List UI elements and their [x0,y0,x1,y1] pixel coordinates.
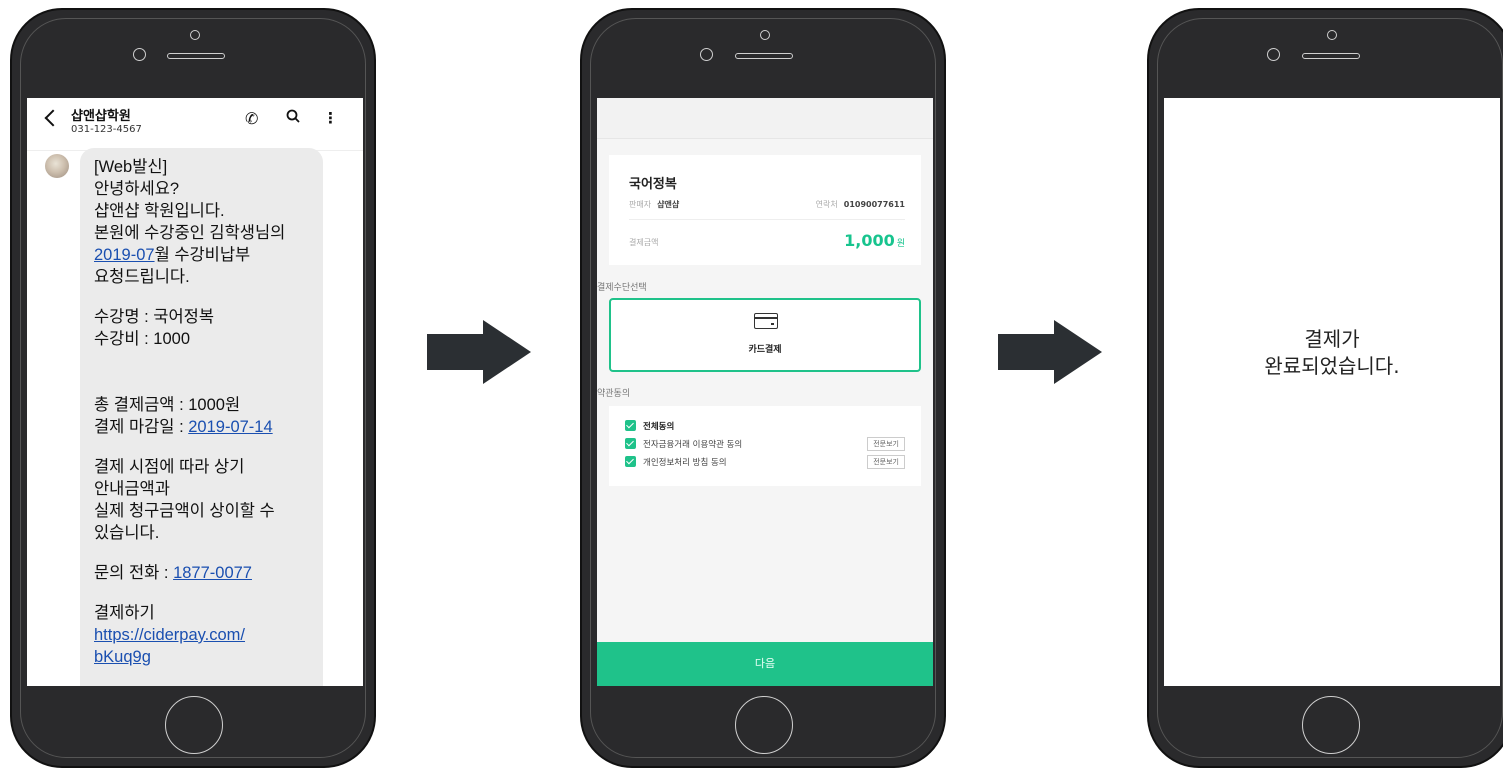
sender-avatar [45,154,69,178]
due-date-link[interactable]: 2019-07-14 [188,418,272,436]
phone-frame-complete: 결제가 완료되었습니다. [1147,8,1503,768]
message-line: 총 결제금액 : 1000원 [94,396,241,414]
sms-header: 샵앤샵학원 031-123-4567 ✆ ⋮ [27,98,363,151]
amount-unit: 원 [896,239,905,249]
privacy-terms-label: 개인정보처리 방침 동의 [643,458,727,468]
right-arrow-icon [427,320,531,384]
message-line: 있습니다. [94,524,160,542]
message-text: 월 수강비납부 [154,246,251,264]
phone-frame-payment: 국어정복 판매자 샵앤샵 연락처 01090077611 결제금액 1,000 원 결… [580,8,946,768]
home-button[interactable] [735,696,793,754]
message-line: 수강비 : 1000 [94,330,190,348]
completion-line-2: 완료되었습니다. [1264,354,1400,378]
message-line: [Web발신] [94,158,168,176]
completion-message: 결제가 완료되었습니다. [1164,326,1500,380]
message-line: bKuq9g [94,646,323,668]
amount-number: 1,000 [844,231,895,250]
view-privacy-terms-button[interactable]: 전문보기 [867,455,905,469]
contact-value: 01090077611 [843,200,905,209]
message-line: https://ciderpay.com/ [94,624,323,646]
message-line: 수강명 : 국어정복 [94,308,215,326]
contact-label: 연락처 [815,200,838,209]
agree-all-checkbox[interactable] [625,420,636,431]
speaker-grille [167,53,225,59]
divider [629,219,905,220]
contact-info: 연락처 01090077611 [816,199,905,210]
amount-value: 1,000 원 [844,231,905,250]
payment-url-link-cont[interactable]: bKuq9g [94,648,151,666]
product-name: 국어정복 [629,177,677,192]
agree-all-label: 전체동의 [643,422,675,432]
phone-frame-sms: 샵앤샵학원 031-123-4567 ✆ ⋮ [Web발신] 안녕하세요? 샵앤… [10,8,376,768]
camera-dot [190,30,200,40]
message-line: 샵앤샵 학원입니다. [94,202,225,220]
phone-link[interactable]: 1877-0077 [173,564,252,582]
message-text: 문의 전화 : [94,564,174,582]
term-row-finance[interactable]: 전자금융거래 이용약관 동의 전문보기 [625,437,905,452]
next-button[interactable]: 다음 [597,642,933,686]
message-line: 결제 마감일 : 2019-07-14 [94,416,323,438]
complete-screen: 결제가 완료되었습니다. [1164,98,1500,686]
agree-all-row[interactable]: 전체동의 [625,420,905,434]
home-button[interactable] [1302,696,1360,754]
message-bubble: [Web발신] 안녕하세요? 샵앤샵 학원입니다. 본원에 수강중인 김학생님의… [80,148,323,686]
message-line: 안녕하세요? [94,180,180,198]
message-text: 결제 마감일 : [94,418,189,436]
seller-info: 판매자 샵앤샵 [629,199,679,210]
camera-dot [1327,30,1337,40]
message-line: 결제하기 [94,604,155,622]
home-button[interactable] [165,696,223,754]
terms-heading: 약관동의 [597,389,631,399]
camera-lens [700,48,713,61]
more-vert-icon[interactable]: ⋮ [323,109,338,127]
payment-url-link[interactable]: https://ciderpay.com/ [94,626,245,644]
message-line: 문의 전화 : 1877-0077 [94,562,323,584]
right-arrow-icon [998,320,1102,384]
view-finance-terms-button[interactable]: 전문보기 [867,437,905,451]
speaker-grille [1302,53,1360,59]
card-payment-option[interactable]: 카드결제 [609,298,921,372]
seller-label: 판매자 [629,200,652,209]
message-line: 2019-07월 수강비납부 [94,244,323,266]
search-icon[interactable] [286,109,300,127]
product-card: 국어정복 판매자 샵앤샵 연락처 01090077611 결제금액 1,000 원 [609,155,921,265]
camera-lens [1267,48,1280,61]
message-line: 결제 시점에 따라 상기 [94,458,245,476]
completion-line-1: 결제가 [1304,327,1360,351]
amount-label: 결제금액 [629,238,659,247]
privacy-terms-checkbox[interactable] [625,456,636,467]
call-icon[interactable]: ✆ [245,109,258,128]
message-line: 본원에 수강중인 김학생님의 [94,224,286,242]
terms-card: 전체동의 전자금융거래 이용약관 동의 전문보기 개인정보처리 방침 동의 전문… [609,406,921,486]
card-payment-label: 카드결제 [748,345,782,355]
camera-lens [133,48,146,61]
payment-top-bar [597,98,933,139]
camera-dot [760,30,770,40]
sender-name: 샵앤샵학원 [71,109,131,124]
payment-screen: 국어정복 판매자 샵앤샵 연락처 01090077611 결제금액 1,000 원 결… [597,98,933,686]
month-link[interactable]: 2019-07 [94,246,155,264]
sender-phone: 031-123-4567 [71,124,142,135]
back-chevron-icon[interactable] [44,109,62,127]
speaker-grille [735,53,793,59]
finance-terms-checkbox[interactable] [625,438,636,449]
message-line: 요청드립니다. [94,268,190,286]
sms-screen: 샵앤샵학원 031-123-4567 ✆ ⋮ [Web발신] 안녕하세요? 샵앤… [27,98,363,686]
message-line: 안내금액과 [94,480,170,498]
finance-terms-label: 전자금융거래 이용약관 동의 [643,440,743,450]
seller-value: 샵앤샵 [657,200,680,209]
message-line: 실제 청구금액이 상이할 수 [94,502,275,520]
term-row-privacy[interactable]: 개인정보처리 방침 동의 전문보기 [625,455,905,470]
payment-method-heading: 결제수단선택 [597,283,647,293]
credit-card-icon [754,313,778,329]
